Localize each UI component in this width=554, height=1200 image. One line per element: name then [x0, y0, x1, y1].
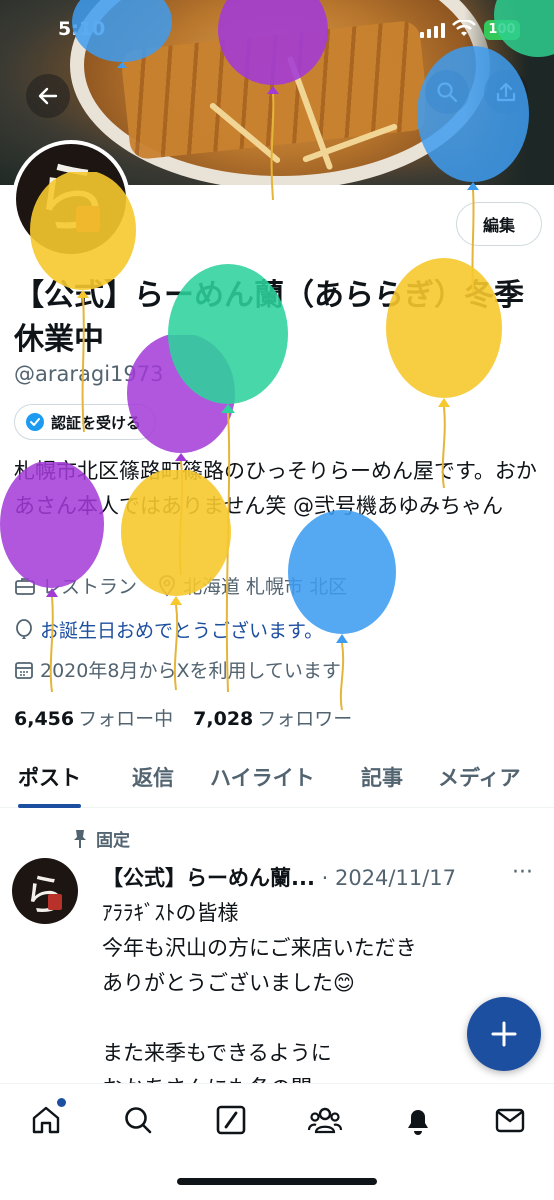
home-indicator — [177, 1178, 377, 1185]
follow-stats: 6,456 フォロー中 7,028 フォロワー — [14, 704, 352, 731]
profile-location: 北海道 札幌市 北区 — [183, 576, 348, 598]
back-arrow-icon — [38, 87, 58, 105]
messages-icon — [495, 1108, 525, 1133]
tab-highlights[interactable]: ハイライト — [210, 748, 315, 792]
get-verified-button[interactable]: 認証を受ける — [14, 404, 157, 440]
profile-handle: @araragi1973 — [14, 362, 164, 386]
search-button[interactable] — [425, 70, 469, 114]
status-time: 5:10 — [58, 18, 106, 40]
following-label: フォロー中 — [78, 708, 174, 730]
post-avatar[interactable]: ら — [12, 858, 78, 924]
profile-tabs: ポスト 返信 ハイライト 記事 メディア — [0, 748, 554, 808]
status-bar: 5:10 100 — [0, 0, 554, 60]
avatar-stamp — [76, 206, 100, 232]
search-icon — [125, 1107, 152, 1134]
verified-check-icon — [26, 413, 44, 431]
nav-home[interactable] — [28, 1098, 66, 1138]
calendar-icon — [15, 661, 33, 679]
profile-bio: 札幌市北区篠路町篠路のひっそりらーめん屋です。おかあさん本人ではありません笑 @… — [14, 459, 537, 518]
wifi-icon — [452, 20, 476, 36]
battery-indicator: 100 — [484, 20, 520, 40]
share-icon — [496, 82, 516, 102]
compose-button[interactable] — [467, 997, 541, 1071]
tab-replies[interactable]: 返信 — [132, 748, 174, 792]
tab-posts[interactable]: ポスト — [18, 748, 81, 808]
followers-count: 7,028 — [193, 708, 254, 730]
followers-link[interactable]: 7,028 フォロワー — [193, 708, 352, 730]
nav-messages[interactable] — [492, 1102, 528, 1138]
post-avatar-logo: ら — [12, 858, 78, 924]
birthday-row: お誕生日おめでとうございます。 — [14, 616, 323, 643]
location-pin-icon — [159, 574, 175, 596]
grok-icon — [216, 1105, 246, 1135]
followers-label: フォロワー — [257, 708, 353, 730]
briefcase-icon — [15, 577, 35, 595]
joined-date: 2020年8月からXを利用しています — [40, 660, 341, 682]
tab-articles[interactable]: 記事 — [361, 748, 403, 792]
home-icon — [32, 1106, 60, 1134]
nav-search[interactable] — [120, 1102, 156, 1138]
birthday-message[interactable]: お誕生日おめでとうございます。 — [40, 616, 323, 643]
compose-plus-icon — [491, 1021, 517, 1047]
pinned-label: 固定 — [96, 831, 130, 851]
post-text: ｱﾗﾗｷﾞｽﾄの皆様 今年も沢山の方にご来店いただき ありがとうございました😊 … — [102, 901, 417, 1100]
post-more-button[interactable]: ··· — [512, 860, 533, 885]
following-count: 6,456 — [14, 708, 75, 730]
back-button[interactable] — [26, 74, 70, 118]
post-date[interactable]: · 2024/11/17 — [322, 866, 456, 890]
profile-category: レストラン — [42, 576, 138, 598]
following-link[interactable]: 6,456 フォロー中 — [14, 708, 173, 730]
communities-icon — [307, 1107, 343, 1134]
nav-grok[interactable] — [213, 1102, 249, 1138]
get-verified-label: 認証を受ける — [51, 413, 142, 432]
nav-notifications[interactable] — [400, 1102, 436, 1138]
balloon-icon — [16, 618, 32, 639]
pin-icon — [74, 829, 86, 848]
post-header: 【公式】らーめん蘭... · 2024/11/17 — [102, 862, 456, 892]
post-avatar-glyph: ら — [23, 870, 67, 921]
profile-name: 【公式】らーめん蘭（あららぎ）冬季休業中 — [14, 278, 524, 357]
home-notification-dot — [57, 1098, 66, 1107]
post-avatar-stamp — [48, 894, 62, 910]
nav-communities[interactable] — [307, 1102, 343, 1138]
edit-profile-button[interactable]: 編集 — [456, 202, 542, 246]
avatar-logo: ら — [16, 144, 126, 254]
cellular-signal-icon — [420, 23, 445, 38]
tab-media[interactable]: メディア — [438, 748, 521, 792]
joined-row: 2020年8月からXを利用しています — [14, 656, 341, 683]
post-author[interactable]: 【公式】らーめん蘭... — [102, 866, 315, 890]
pinned-indicator: 固定 — [72, 826, 130, 851]
profile-meta-row: レストラン 北海道 札幌市 北区 — [14, 572, 347, 599]
search-icon — [437, 82, 458, 103]
profile-avatar[interactable]: ら — [12, 140, 130, 258]
share-button[interactable] — [484, 70, 528, 114]
notifications-icon — [408, 1110, 428, 1135]
